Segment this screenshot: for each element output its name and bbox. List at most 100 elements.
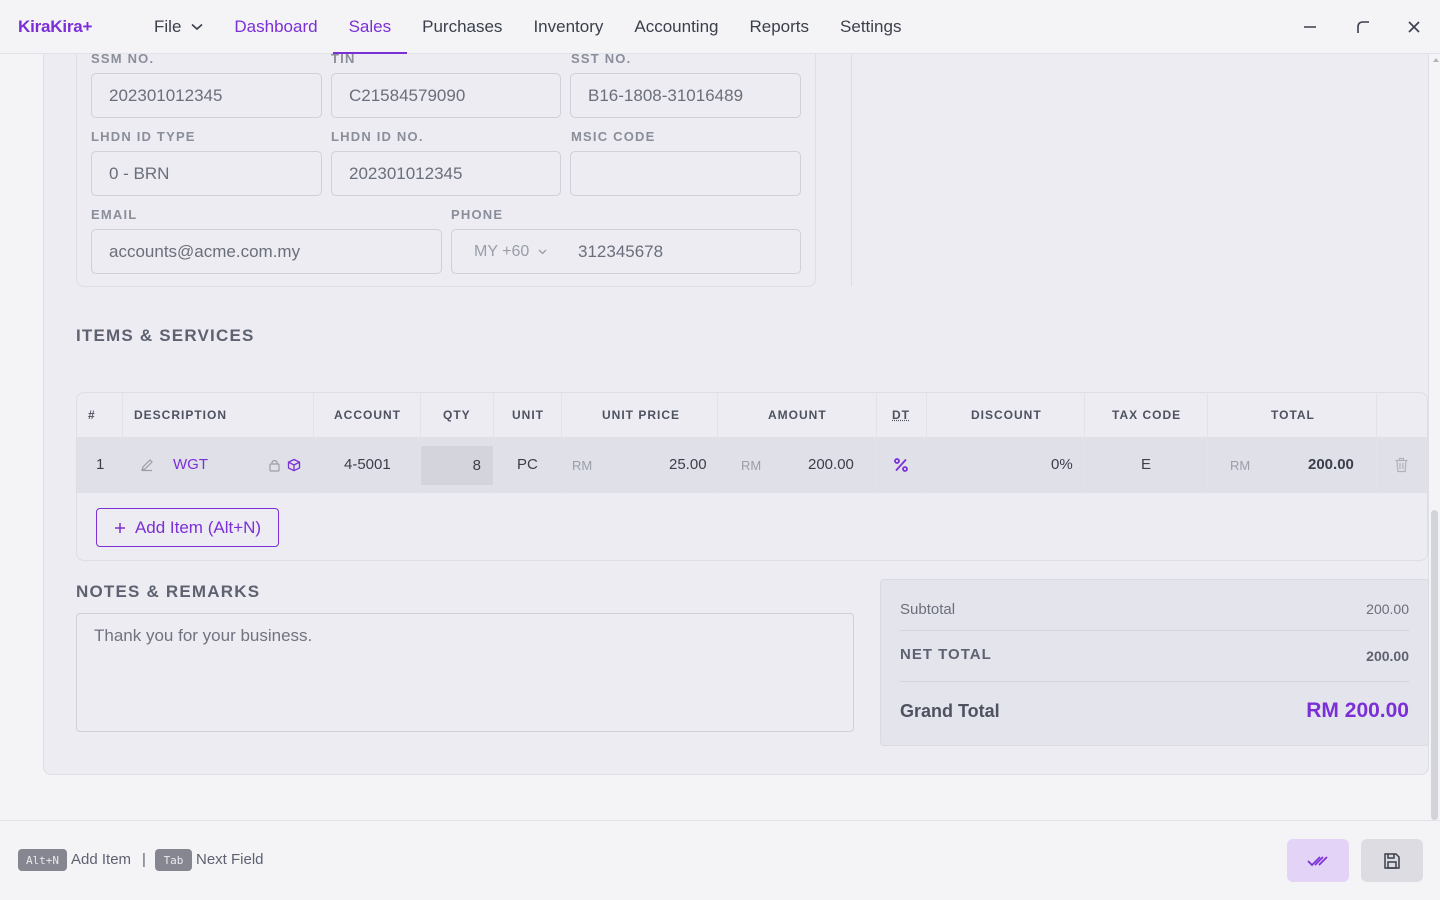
lhdn-type-select[interactable]: 0 - BRN [91, 151, 322, 196]
notes-textarea[interactable]: Thank you for your business. [76, 613, 854, 732]
lock-button[interactable] [268, 458, 281, 477]
column-separator [926, 392, 927, 493]
email-label: EMAIL [91, 207, 138, 222]
phone-label: PHONE [451, 207, 504, 222]
inventory-item-button[interactable] [287, 458, 301, 477]
cube-icon [287, 458, 301, 472]
pencil-icon [141, 459, 153, 472]
close-icon [1408, 21, 1420, 33]
totals-summary: Subtotal 200.00 NET TOTAL 200.00 Grand T… [880, 579, 1429, 746]
column-separator [717, 392, 718, 493]
phone-input[interactable]: 312345678 [578, 242, 663, 262]
lhdn-no-input[interactable]: 202301012345 [331, 151, 561, 196]
header-qty: QTY [443, 408, 471, 422]
column-separator [876, 392, 877, 493]
nav-dashboard[interactable]: Dashboard [234, 0, 317, 54]
notes-section-title: NOTES & REMARKS [76, 582, 261, 601]
minimize-button[interactable] [1297, 14, 1323, 40]
items-section-title: ITEMS & SERVICES [76, 326, 255, 345]
header-no: # [88, 408, 96, 422]
header-amount: AMOUNT [768, 408, 827, 422]
account-input[interactable]: 4-5001 [344, 456, 391, 473]
grand-total-label: Grand Total [900, 701, 1000, 721]
lock-icon [269, 459, 280, 472]
column-separator [493, 392, 494, 493]
top-bar: KiraKira+ File Dashboard Sales Purchases… [0, 0, 1440, 54]
nav-inventory[interactable]: Inventory [533, 0, 603, 54]
edit-description-button[interactable] [140, 458, 154, 477]
phone-field: MY +60 312345678 [451, 229, 801, 274]
scrollbar-thumb[interactable] [1431, 510, 1438, 820]
header-description: DESCRIPTION [134, 408, 228, 422]
column-separator [1084, 392, 1085, 493]
msic-label: MSIC CODE [571, 129, 656, 144]
main-nav: File Dashboard Sales Purchases Inventory… [154, 0, 932, 54]
submit-button[interactable] [1287, 839, 1349, 882]
header-dt[interactable]: DT [892, 408, 910, 422]
discount-type-toggle[interactable] [893, 457, 909, 478]
chevron-down-icon [538, 249, 547, 254]
header-unit-price: UNIT PRICE [602, 408, 681, 422]
header-tax-code: TAX CODE [1112, 408, 1182, 422]
column-separator [122, 392, 123, 493]
chevron-down-icon [191, 23, 203, 31]
lhdn-type-label: LHDN ID TYPE [91, 129, 196, 144]
nav-purchases[interactable]: Purchases [422, 0, 502, 54]
add-item-label: Add Item (Alt+N) [134, 517, 262, 537]
tin-label: TIN [331, 51, 356, 66]
unit-price-input[interactable]: 25.00 [669, 456, 707, 473]
shortcut-label-add: Add Item [71, 851, 132, 868]
trash-icon [1395, 457, 1408, 473]
subtotal-value: 200.00 [1366, 601, 1409, 617]
add-item-button[interactable]: Add Item (Alt+N) [96, 508, 279, 547]
msic-input[interactable] [570, 151, 801, 196]
phone-country-label: MY +60 [474, 242, 530, 260]
amount-value: 200.00 [808, 456, 854, 473]
qty-input[interactable]: 8 [421, 446, 493, 485]
shortcut-separator: | [142, 851, 146, 868]
net-total-label: NET TOTAL [900, 646, 992, 663]
unit-price-currency: RM [572, 458, 593, 473]
total-currency: RM [1230, 458, 1251, 473]
delete-row-button[interactable] [1394, 457, 1409, 478]
sst-input[interactable]: B16-1808-31016489 [570, 73, 801, 118]
row-number: 1 [96, 456, 105, 473]
tax-code-select[interactable]: E [1141, 456, 1151, 473]
tin-input[interactable]: C21584579090 [331, 73, 561, 118]
nav-settings[interactable]: Settings [840, 0, 901, 54]
unit-select[interactable]: PC [517, 456, 538, 473]
nav-file-label: File [154, 17, 182, 36]
phone-country-select[interactable]: MY +60 [452, 243, 578, 261]
maximize-button[interactable] [1350, 14, 1376, 40]
summary-divider [900, 681, 1409, 682]
column-separator [1207, 392, 1208, 493]
app-logo[interactable]: KiraKira+ [18, 17, 92, 37]
discount-input[interactable]: 0% [1051, 456, 1073, 473]
email-input[interactable]: accounts@acme.com.my [91, 229, 442, 274]
column-separator [313, 392, 314, 493]
save-icon [1384, 852, 1400, 869]
net-total-value: 200.00 [1366, 648, 1409, 664]
save-button[interactable] [1361, 839, 1423, 882]
column-separator [1376, 392, 1377, 493]
nav-sales[interactable]: Sales [332, 0, 407, 54]
restore-icon [1357, 21, 1369, 33]
lhdn-no-label: LHDN ID NO. [331, 129, 424, 144]
amount-currency: RM [741, 458, 762, 473]
nav-file-menu[interactable]: File [154, 0, 203, 54]
scroll-up-icon [1433, 58, 1439, 62]
ssm-input[interactable]: 202301012345 [91, 73, 322, 118]
grand-total-value: RM 200.00 [1306, 699, 1409, 722]
close-button[interactable] [1401, 14, 1427, 40]
nav-accounting[interactable]: Accounting [634, 0, 718, 54]
summary-divider [900, 630, 1409, 631]
ssm-label: SSM NO. [91, 51, 155, 66]
shortcut-label-tab: Next Field [196, 851, 264, 868]
nav-reports[interactable]: Reports [750, 0, 810, 54]
column-separator [561, 392, 562, 493]
plus-icon [114, 522, 125, 533]
description-input[interactable]: WGT [173, 456, 208, 473]
vertical-divider [851, 54, 852, 286]
row-total: 200.00 [1308, 456, 1354, 473]
shortcut-key-add: Alt+N [18, 849, 67, 871]
